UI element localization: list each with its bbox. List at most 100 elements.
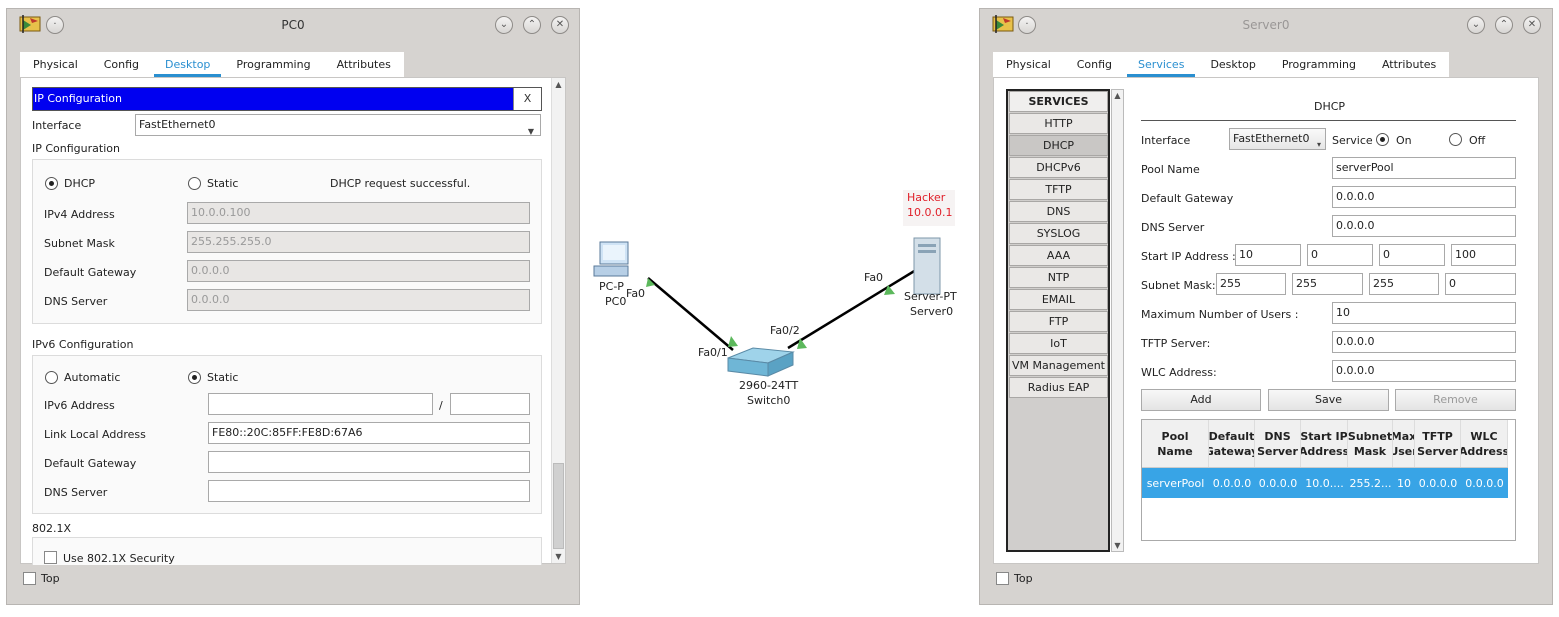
col-start-ip[interactable]: Start IP Address [1301,420,1348,467]
service-email[interactable]: EMAIL [1009,289,1108,310]
wlc-address-field[interactable]: 0.0.0.0 [1332,360,1516,382]
service-ntp[interactable]: NTP [1009,267,1108,288]
col-max-user[interactable]: Max User [1393,420,1415,467]
scroll-up-icon[interactable]: ▲ [1112,90,1123,101]
minimize-icon[interactable]: ⌄ [495,16,513,34]
static-radio[interactable] [188,177,201,190]
ipv6-dns-field[interactable] [208,480,530,502]
ipv4-section-title: IP Configuration [32,142,120,155]
tab-desktop[interactable]: Desktop [1197,52,1268,77]
close-icon[interactable]: ✕ [1523,16,1541,34]
col-wlc-address[interactable]: WLC Address [1461,420,1508,467]
maximize-icon[interactable]: ⌃ [1495,16,1513,34]
table-row[interactable]: serverPool 0.0.0.0 0.0.0.0 10.0.... 255.… [1142,468,1508,498]
col-pool-name[interactable]: Pool Name [1142,420,1209,467]
interface-select[interactable]: FastEthernet0 ▾ [1229,128,1326,150]
service-radius-eap[interactable]: Radius EAP [1009,377,1108,398]
pool-name-field[interactable]: serverPool [1332,157,1516,179]
services-scrollbar[interactable]: ▲ ▼ [1111,89,1124,552]
col-dns-server[interactable]: DNS Server [1255,420,1301,467]
ipv6-address-field[interactable] [208,393,433,415]
subnet-mask-octet-3[interactable]: 255 [1369,273,1439,295]
tftp-server-field[interactable]: 0.0.0.0 [1332,331,1516,353]
service-syslog[interactable]: SYSLOG [1009,223,1108,244]
service-ftp[interactable]: FTP [1009,311,1108,332]
tab-config[interactable]: Config [91,52,152,77]
col-tftp-server[interactable]: TFTP Server [1415,420,1461,467]
tab-attributes[interactable]: Attributes [324,52,404,77]
top-checkbox[interactable] [996,572,1009,585]
subnet-mask-octet-1[interactable]: 255 [1216,273,1286,295]
col-subnet-mask[interactable]: Subnet Mask [1348,420,1393,467]
tab-config[interactable]: Config [1064,52,1125,77]
start-ip-octet-4[interactable]: 100 [1451,244,1516,266]
max-users-field[interactable]: 10 [1332,302,1516,324]
pc-icon[interactable] [593,241,629,277]
scrollbar-thumb[interactable] [553,463,564,549]
maximize-icon[interactable]: ⌃ [523,16,541,34]
tab-attributes[interactable]: Attributes [1369,52,1449,77]
top-checkbox[interactable] [23,572,36,585]
ip-config-close-button[interactable]: X [513,88,541,110]
save-button[interactable]: Save [1268,389,1389,411]
tab-programming[interactable]: Programming [1269,52,1369,77]
service-dns[interactable]: DNS [1009,201,1108,222]
ipv6-static-radio[interactable] [188,371,201,384]
dhcp-radio[interactable] [45,177,58,190]
dhcp-status-message: DHCP request successful. [330,177,471,190]
subnet-mask-octet-2[interactable]: 255 [1292,273,1363,295]
dot1x-checkbox[interactable] [44,551,57,564]
subnet-mask-octet-4[interactable]: 0 [1445,273,1516,295]
scroll-up-icon[interactable]: ▲ [552,78,565,91]
dns-server-field[interactable]: 0.0.0.0 [1332,215,1516,237]
tab-programming[interactable]: Programming [223,52,323,77]
ipv4-address-field[interactable]: 10.0.0.100 [187,202,530,224]
interface-select[interactable]: FastEthernet0 ▼ [135,114,541,136]
switch-server-link[interactable] [787,268,917,350]
dot1x-label: Use 802.1X Security [63,552,175,565]
remove-button[interactable]: Remove [1395,389,1516,411]
service-vm-management[interactable]: VM Management [1009,355,1108,376]
service-on-radio[interactable] [1376,133,1389,146]
scroll-down-icon[interactable]: ▼ [1112,540,1123,551]
dns-server-label: DNS Server [1141,221,1205,234]
vertical-scrollbar[interactable]: ▲ ▼ [551,78,565,563]
link-local-field[interactable]: FE80::20C:85FF:FE8D:67A6 [208,422,530,444]
col-default-gateway[interactable]: Default Gateway [1209,420,1255,467]
subnet-mask-field[interactable]: 255.255.255.0 [187,231,530,253]
switch-icon[interactable] [727,347,795,377]
service-off-radio[interactable] [1449,133,1462,146]
service-dhcp[interactable]: DHCP [1009,135,1108,156]
tab-physical[interactable]: Physical [993,52,1064,77]
title-bar[interactable]: · PC0 ⌄ ⌃ ✕ [7,9,579,41]
pc-switch-link[interactable] [647,277,734,351]
tab-desktop[interactable]: Desktop [152,52,223,77]
start-ip-octet-3[interactable]: 0 [1379,244,1445,266]
dns-server-field[interactable]: 0.0.0.0 [187,289,530,311]
start-ip-octet-1[interactable]: 10 [1235,244,1301,266]
start-ip-octet-2[interactable]: 0 [1307,244,1373,266]
note-label[interactable]: Hacker 10.0.0.1 [903,190,955,226]
dns-server-label: DNS Server [44,295,108,308]
max-users-label: Maximum Number of Users : [1141,308,1299,321]
service-tftp[interactable]: TFTP [1009,179,1108,200]
server-icon[interactable] [913,237,941,295]
service-aaa[interactable]: AAA [1009,245,1108,266]
ipv6-prefix-field[interactable] [450,393,530,415]
service-iot[interactable]: IoT [1009,333,1108,354]
automatic-radio[interactable] [45,371,58,384]
interface-label: Interface [1141,134,1191,147]
service-dhcpv6[interactable]: DHCPv6 [1009,157,1108,178]
scroll-down-icon[interactable]: ▼ [552,550,565,563]
default-gateway-field[interactable]: 0.0.0.0 [1332,186,1516,208]
ipv6-gateway-field[interactable] [208,451,530,473]
title-bar[interactable]: · Server0 ⌄ ⌃ ✕ [980,9,1552,41]
close-icon[interactable]: ✕ [551,16,569,34]
tab-services[interactable]: Services [1125,52,1197,77]
service-label: Service [1332,134,1373,147]
minimize-icon[interactable]: ⌄ [1467,16,1485,34]
service-http[interactable]: HTTP [1009,113,1108,134]
tab-physical[interactable]: Physical [20,52,91,77]
default-gateway-field[interactable]: 0.0.0.0 [187,260,530,282]
add-button[interactable]: Add [1141,389,1261,411]
